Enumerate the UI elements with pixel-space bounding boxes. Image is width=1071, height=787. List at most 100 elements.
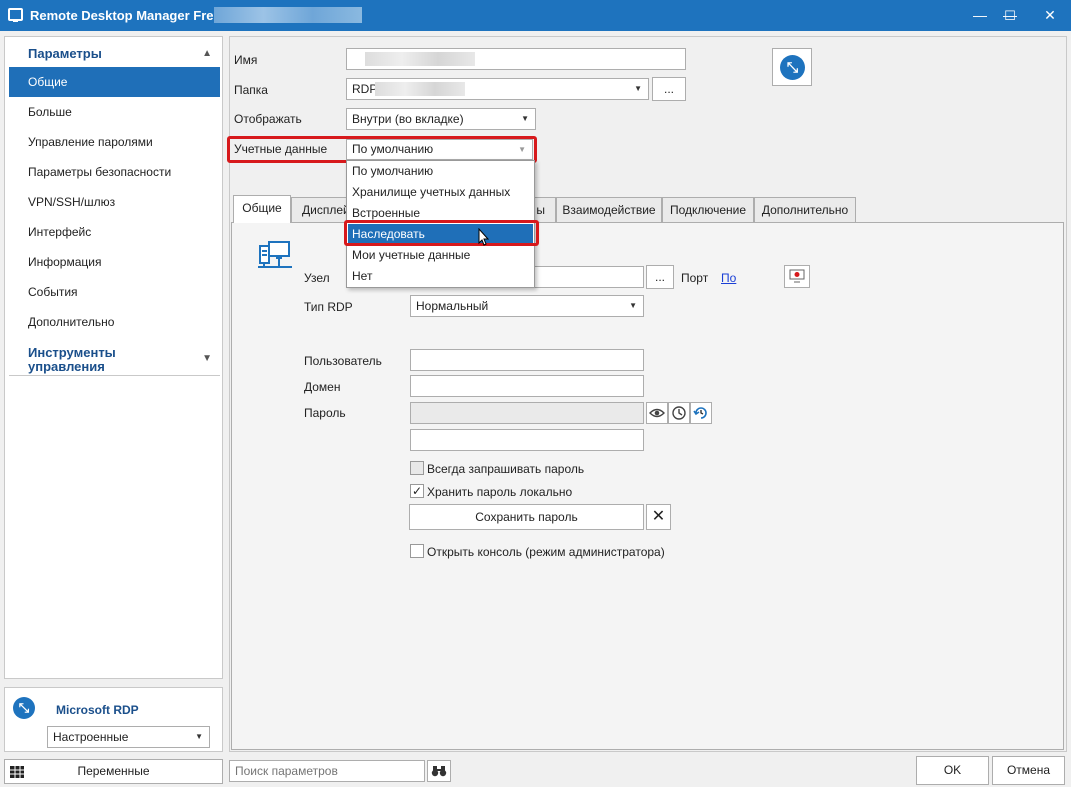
credentials-value: По умолчанию bbox=[352, 142, 434, 156]
group-title: Параметры bbox=[28, 46, 102, 61]
rdp-type-value: Нормальный bbox=[416, 299, 489, 313]
group-header-tools[interactable]: Инструменты управления ▼ bbox=[5, 345, 222, 374]
save-password-button[interactable]: Сохранить пароль bbox=[409, 504, 644, 530]
tab-content-general bbox=[231, 222, 1064, 750]
store-password-locally-label: Хранить пароль локально bbox=[427, 485, 573, 499]
display-select[interactable]: Внутри (во вкладке) ▼ bbox=[346, 108, 536, 130]
password-label: Пароль bbox=[304, 406, 346, 420]
group-header-parameters[interactable]: Параметры ▲ bbox=[5, 46, 222, 68]
always-ask-password-label: Всегда запрашивать пароль bbox=[427, 462, 585, 476]
cancel-button[interactable]: Отмена bbox=[992, 756, 1065, 785]
clear-password-button[interactable]: ✕ bbox=[646, 504, 671, 530]
folder-label: Папка bbox=[234, 83, 268, 97]
port-default-link[interactable]: По bbox=[721, 271, 736, 285]
sidebar-divider bbox=[9, 375, 220, 376]
chevron-down-icon: ▼ bbox=[195, 732, 203, 741]
redacted-folder bbox=[375, 82, 465, 96]
dropdown-option-default[interactable]: По умолчанию bbox=[348, 161, 533, 182]
eye-icon bbox=[649, 408, 665, 418]
group-title-line1: Инструменты bbox=[28, 345, 116, 360]
sidebar-item-vpn[interactable]: VPN/SSH/шлюз bbox=[9, 187, 220, 217]
name-input[interactable] bbox=[346, 48, 686, 70]
host-browse-button[interactable]: ... bbox=[646, 265, 674, 289]
rdp-type-label: Тип RDP bbox=[304, 300, 353, 314]
show-password-button[interactable] bbox=[646, 402, 668, 424]
host-label: Узел bbox=[304, 271, 330, 285]
window-title: Remote Desktop Manager Free - bbox=[30, 8, 229, 23]
search-button[interactable] bbox=[427, 760, 451, 782]
credentials-label: Учетные данные bbox=[234, 142, 328, 156]
redacted-name bbox=[365, 52, 475, 66]
app-window-icon bbox=[8, 8, 23, 22]
display-label: Отображать bbox=[234, 112, 302, 126]
user-input[interactable] bbox=[410, 349, 644, 371]
rdp-type-select[interactable]: Нормальный ▼ bbox=[410, 295, 644, 317]
password-input[interactable] bbox=[410, 402, 644, 424]
chevron-down-icon: ▼ bbox=[634, 84, 642, 93]
entry-type-title: Microsoft RDP bbox=[56, 703, 139, 717]
folder-browse-button[interactable]: ... bbox=[652, 77, 686, 101]
settings-sidebar: Параметры ▲ Общие Больше Управление паро… bbox=[4, 36, 223, 679]
inherit-option-highlight bbox=[344, 220, 539, 246]
variables-button[interactable]: Переменные bbox=[4, 759, 223, 784]
sidebar-item-more[interactable]: Больше bbox=[9, 97, 220, 127]
mouse-cursor-icon bbox=[478, 228, 490, 246]
dropdown-option-none[interactable]: Нет bbox=[348, 266, 533, 287]
variables-button-label: Переменные bbox=[77, 764, 150, 778]
always-ask-password-checkbox[interactable] bbox=[410, 461, 424, 475]
close-icon[interactable]: ✕ bbox=[1030, 0, 1070, 31]
dropdown-option-credential-repository[interactable]: Хранилище учетных данных bbox=[348, 182, 533, 203]
name-label: Имя bbox=[234, 53, 258, 67]
user-label: Пользователь bbox=[304, 354, 382, 368]
chevron-down-icon: ▼ bbox=[629, 301, 637, 310]
domain-label: Домен bbox=[304, 380, 341, 394]
tab-general[interactable]: Общие bbox=[233, 195, 291, 223]
password-history-button[interactable] bbox=[690, 402, 712, 424]
screen-preview-button[interactable] bbox=[784, 265, 810, 288]
display-value: Внутри (во вкладке) bbox=[352, 112, 464, 126]
sidebar-item-security[interactable]: Параметры безопасности bbox=[9, 157, 220, 187]
tab-advanced[interactable]: Дополнительно bbox=[754, 197, 856, 223]
binoculars-icon bbox=[431, 766, 447, 777]
sidebar-item-password-management[interactable]: Управление паролями bbox=[9, 127, 220, 157]
rdp-mode-select[interactable]: Настроенные ▼ bbox=[47, 726, 210, 748]
chevron-down-icon: ▼ bbox=[518, 145, 526, 154]
tab-connection[interactable]: Подключение bbox=[662, 197, 754, 223]
rdp-icon: ⤡ bbox=[13, 697, 35, 719]
tab-display[interactable]: Дисплей bbox=[291, 197, 351, 223]
dropdown-option-my-credentials[interactable]: Мои учетные данные bbox=[348, 245, 533, 266]
chevron-up-icon: ▲ bbox=[202, 48, 212, 59]
maximize-icon[interactable]: ☐ bbox=[990, 0, 1030, 31]
port-label: Порт bbox=[681, 271, 709, 285]
network-computer-icon bbox=[258, 241, 292, 268]
chevron-down-icon: ▼ bbox=[521, 114, 529, 123]
open-console-label: Открыть консоль (режим администратора) bbox=[427, 545, 665, 559]
open-console-checkbox[interactable] bbox=[410, 544, 424, 558]
sidebar-item-interface[interactable]: Интерфейс bbox=[9, 217, 220, 247]
history-icon bbox=[693, 407, 707, 419]
group-title-line2: управления bbox=[28, 359, 105, 374]
sidebar-item-general[interactable]: Общие bbox=[9, 67, 220, 97]
password-confirm-input[interactable] bbox=[410, 429, 644, 451]
store-password-locally-checkbox[interactable]: ✓ bbox=[410, 484, 424, 498]
rdp-mode-value: Настроенные bbox=[53, 730, 129, 744]
entry-icon-button[interactable]: ⤡ bbox=[772, 48, 812, 86]
monitor-icon bbox=[789, 269, 805, 283]
sidebar-item-information[interactable]: Информация bbox=[9, 247, 220, 277]
remote-desktop-icon: ⤡ bbox=[780, 55, 805, 80]
sidebar-item-advanced[interactable]: Дополнительно bbox=[9, 307, 220, 337]
search-parameters-input[interactable] bbox=[229, 760, 425, 782]
tab-interaction[interactable]: Взаимодействие bbox=[556, 197, 662, 223]
grid-icon bbox=[10, 766, 24, 778]
entry-type-panel: ⤡ Microsoft RDP Настроенные ▼ bbox=[4, 687, 223, 752]
password-generator-icon bbox=[672, 406, 686, 420]
credentials-select[interactable]: По умолчанию ▼ bbox=[346, 139, 533, 160]
sidebar-item-events[interactable]: События bbox=[9, 277, 220, 307]
title-bar: Remote Desktop Manager Free - — bbox=[0, 0, 1071, 31]
redacted-title-part bbox=[214, 7, 362, 23]
domain-input[interactable] bbox=[410, 375, 644, 397]
generate-password-button[interactable] bbox=[668, 402, 690, 424]
ok-button[interactable]: OK bbox=[916, 756, 989, 785]
chevron-down-icon: ▼ bbox=[202, 353, 212, 364]
folder-select[interactable]: RDP\ ▼ bbox=[346, 78, 649, 100]
